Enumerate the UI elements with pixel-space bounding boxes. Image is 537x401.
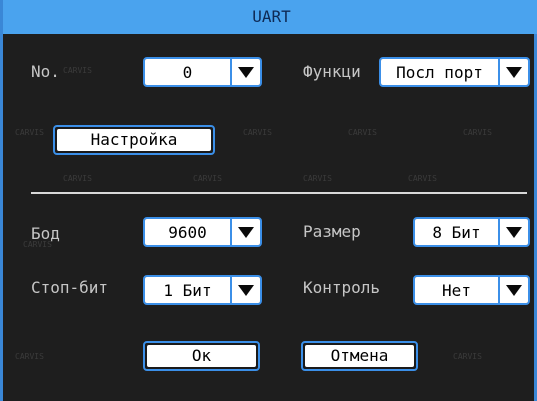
chevron-down-icon[interactable] [230, 219, 260, 245]
watermark: CARVIS [15, 128, 44, 137]
function-label: Функци [303, 62, 361, 81]
divider [31, 192, 527, 194]
uart-dialog: UART CARVIS CARVIS CARVIS CARVIS CARVIS … [0, 0, 537, 401]
function-value: Посл порт [381, 59, 498, 85]
size-select[interactable]: 8 Бит [413, 217, 530, 247]
baud-label: Бод [31, 224, 60, 243]
watermark: CARVIS [408, 174, 437, 183]
control-select[interactable]: Нет [413, 275, 530, 305]
dialog-title: UART [3, 0, 537, 34]
function-select[interactable]: Посл порт [379, 57, 530, 87]
control-label: Контроль [303, 278, 381, 297]
watermark: CARVIS [303, 174, 332, 183]
baud-select[interactable]: 9600 [143, 217, 262, 247]
no-select[interactable]: 0 [143, 57, 262, 87]
watermark: CARVIS [463, 128, 492, 137]
chevron-down-icon[interactable] [230, 59, 260, 85]
chevron-down-icon[interactable] [498, 219, 528, 245]
watermark: CARVIS [348, 128, 377, 137]
watermark: CARVIS [453, 352, 482, 361]
no-value: 0 [145, 59, 230, 85]
chevron-down-icon[interactable] [230, 277, 260, 303]
size-value: 8 Бит [415, 219, 498, 245]
no-label: No. [31, 62, 60, 81]
settings-button-label: Настройка [57, 129, 211, 151]
control-value: Нет [415, 277, 498, 303]
ok-button[interactable]: Ок [143, 341, 260, 371]
stop-bit-select[interactable]: 1 Бит [143, 275, 262, 305]
size-label: Размер [303, 222, 361, 241]
watermark: CARVIS [63, 174, 92, 183]
settings-button[interactable]: Настройка [53, 125, 215, 155]
watermark: CARVIS [63, 66, 92, 75]
watermark: CARVIS [15, 352, 44, 361]
stop-bit-label: Стоп-бит [31, 278, 109, 297]
chevron-down-icon[interactable] [498, 277, 528, 303]
chevron-down-icon[interactable] [498, 59, 528, 85]
watermark: CARVIS [193, 174, 222, 183]
baud-value: 9600 [145, 219, 230, 245]
ok-button-label: Ок [147, 345, 256, 367]
stop-bit-value: 1 Бит [145, 277, 230, 303]
watermark: CARVIS [243, 128, 272, 137]
cancel-button[interactable]: Отмена [301, 341, 418, 371]
cancel-button-label: Отмена [305, 345, 414, 367]
